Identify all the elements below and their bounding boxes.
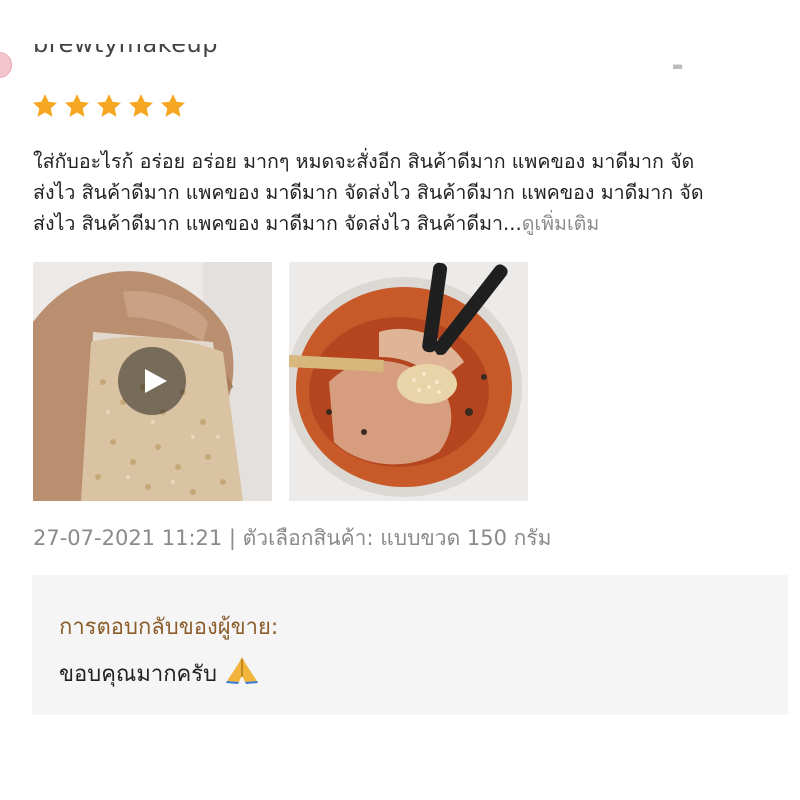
- reviewer-username[interactable]: brewtymakeup: [33, 44, 218, 74]
- see-more-link[interactable]: ดูเพิ่มเติม: [522, 212, 600, 235]
- seller-reply-box: การตอบกลับของผู้ขาย: ขอบคุณมากครับ: [32, 575, 788, 715]
- review-photo-thumbnail[interactable]: [289, 262, 528, 501]
- star-icon: [96, 94, 122, 117]
- review-meta: 27-07-2021 11:21 | ตัวเลือกสินค้า: แบบขว…: [33, 526, 552, 550]
- star-icon: [64, 94, 90, 117]
- more-options-icon[interactable]: ▬: [672, 62, 704, 70]
- star-icon: [160, 94, 186, 117]
- seller-reply-text: ขอบคุณมากครับ: [59, 655, 259, 691]
- seller-reply-label: การตอบกลับของผู้ขาย:: [59, 615, 279, 640]
- play-icon[interactable]: [118, 347, 186, 415]
- rating-stars: [31, 92, 187, 120]
- star-icon: [128, 94, 154, 117]
- avatar[interactable]: [0, 52, 12, 78]
- seller-reply-message: ขอบคุณมากครับ: [59, 661, 218, 687]
- review-body: ใส่กับอะไรก้ อร่อย อร่อย มากๆ หมดจะสั่งอ…: [33, 150, 704, 235]
- praying-hands-icon: [225, 655, 259, 691]
- review-video-thumbnail[interactable]: [33, 262, 272, 501]
- review-text: ใส่กับอะไรก้ อร่อย อร่อย มากๆ หมดจะสั่งอ…: [33, 146, 793, 239]
- star-icon: [32, 94, 58, 117]
